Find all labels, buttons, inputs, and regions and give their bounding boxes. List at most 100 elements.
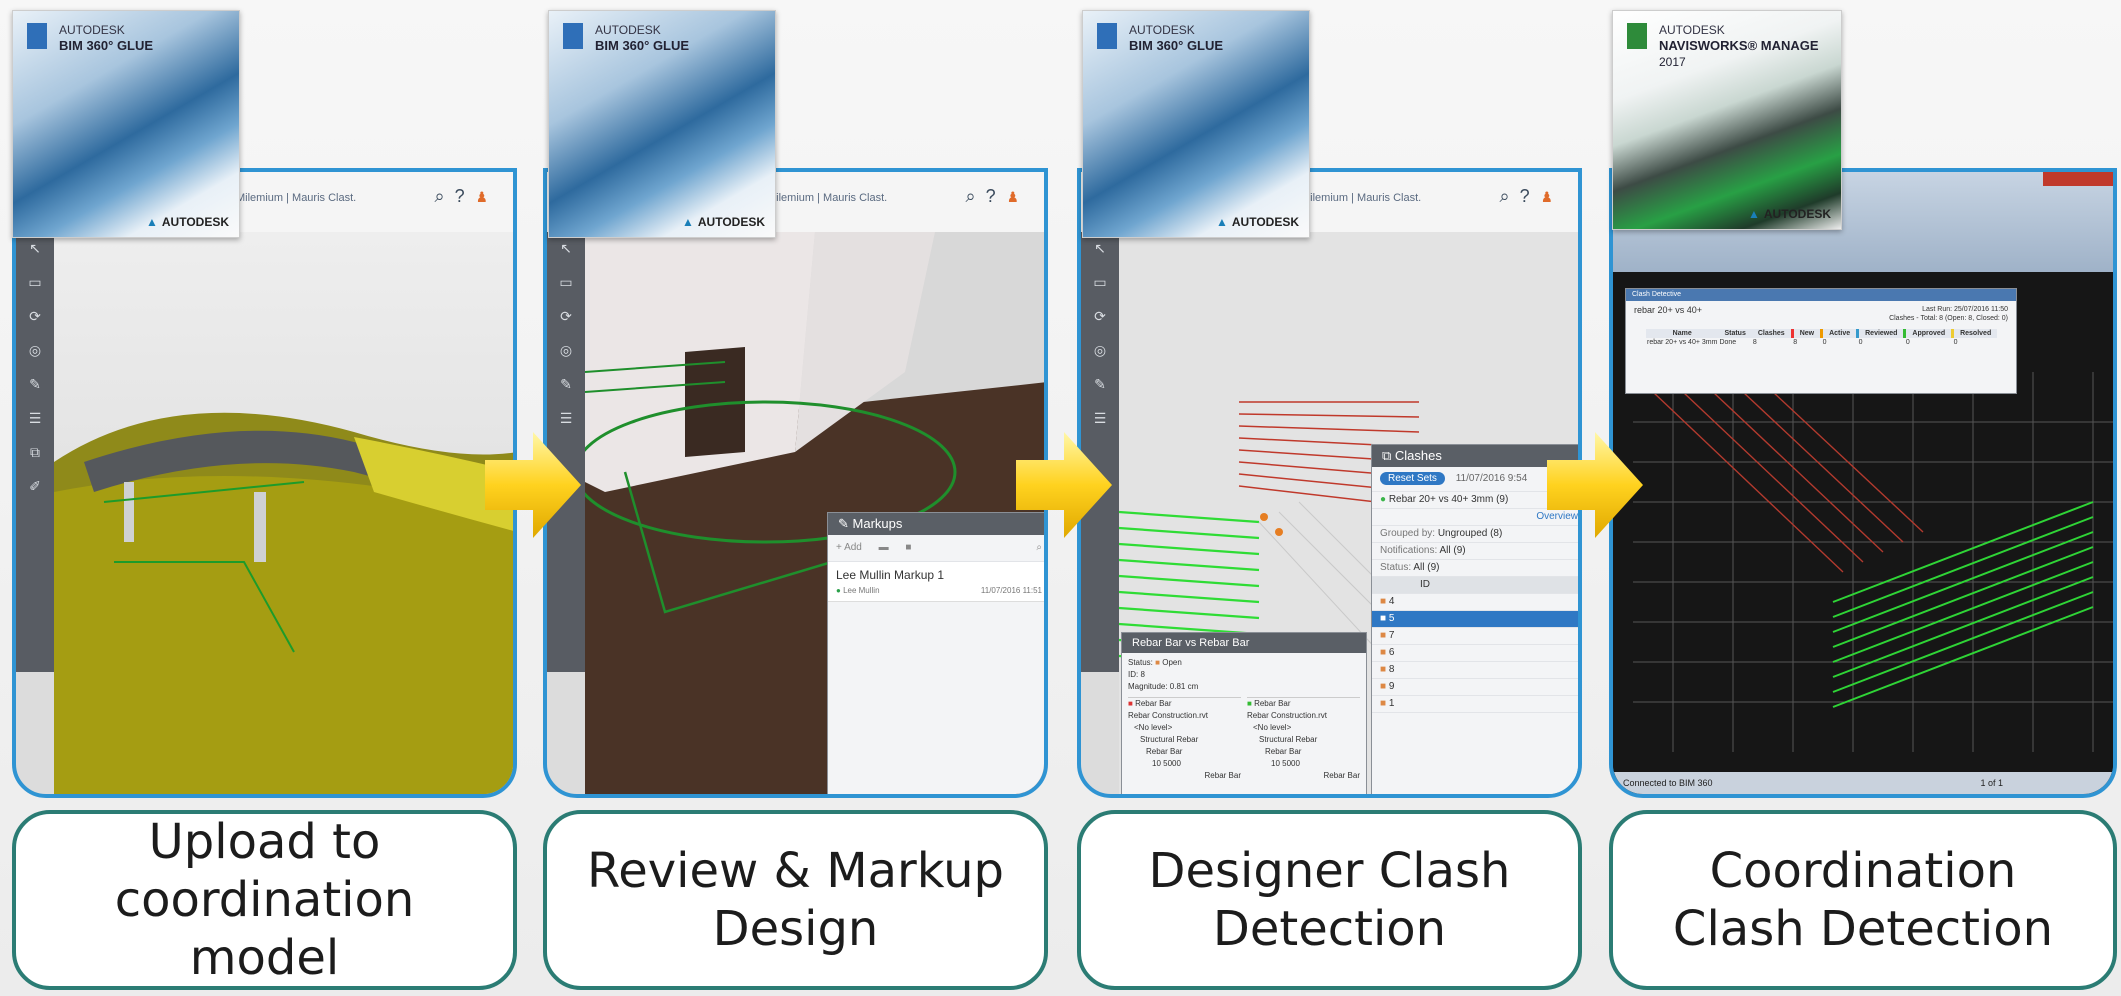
clash-row[interactable]: ■ 8: [1372, 662, 1578, 679]
logo-product: BIM 360° GLUE: [59, 38, 154, 53]
clash-test-row[interactable]: rebar 20+ vs 40+ 3mm Done 8 800 00: [1646, 338, 1997, 347]
grouped-by-label: Grouped by:: [1380, 528, 1436, 539]
tree-node[interactable]: <No level>: [1128, 722, 1241, 734]
column-header[interactable]: Status: [1718, 329, 1751, 338]
markup-icon[interactable]: ✎: [16, 368, 54, 402]
list-icon[interactable]: ☰: [1081, 402, 1119, 436]
clash-marker-icon: ■: [1380, 681, 1387, 692]
rebar-status-value[interactable]: Open: [1162, 658, 1182, 667]
clash-test-name[interactable]: rebar 20+ vs 40+: [1634, 305, 1702, 315]
clash-test-select[interactable]: Rebar 20+ vs 40+ 3mm (9): [1389, 494, 1509, 505]
reset-sets-button[interactable]: Reset Sets: [1380, 472, 1445, 485]
markup-date: 11/07/2016 11:51: [980, 586, 1042, 595]
tree-node[interactable]: Rebar Construction.rvt: [1247, 710, 1360, 722]
pen-icon[interactable]: ✐: [16, 470, 54, 504]
clash-marker-icon: ■: [1380, 613, 1387, 624]
navisworks-status-bar: Connected to BIM 360 1 of 1: [1613, 772, 2113, 794]
bridge-model-viewport[interactable]: [54, 232, 517, 798]
user-icon[interactable]: ♟: [1540, 186, 1564, 206]
view-icon[interactable]: ◎: [16, 334, 54, 368]
view-icon[interactable]: ◎: [1081, 334, 1119, 368]
tree-node[interactable]: Rebar Bar: [1128, 770, 1241, 782]
tree-node[interactable]: 10 5000: [1247, 758, 1360, 770]
help-icon[interactable]: ?: [1520, 186, 1540, 206]
view-icon[interactable]: ◎: [547, 334, 585, 368]
left-toolbar: ↖ ▭ ⟳ ◎ ✎ ☰ ⧉ ✐: [16, 232, 54, 672]
breadcrumb[interactable]: Milemium | Mauris Clast.: [236, 192, 356, 204]
clash-summary: Clashes - Total: 8 (Open: 8, Closed: 0): [1889, 315, 2008, 322]
grouped-by-select[interactable]: Ungrouped (8): [1438, 528, 1502, 539]
autodesk-icon: ▲: [1747, 207, 1760, 221]
help-icon[interactable]: ?: [455, 186, 475, 206]
help-icon[interactable]: ?: [986, 186, 1006, 206]
folder-icon[interactable]: ▬: [879, 542, 889, 553]
clash-row[interactable]: ■ 5: [1372, 611, 1578, 628]
column-header[interactable]: New: [1790, 329, 1822, 338]
window-controls[interactable]: [2043, 172, 2113, 186]
id-column-header[interactable]: ID: [1420, 579, 1430, 590]
tree-node[interactable]: Rebar Construction.rvt: [1128, 710, 1241, 722]
notifications-select[interactable]: All (9): [1439, 545, 1465, 556]
markup-panel-screenshot: Milemium | Mauris Clast. ⌕?♟ ↖ ▭ ⟳ ◎ ✎ ☰ ✎ …: [543, 168, 1048, 798]
clash-row[interactable]: ■ 9: [1372, 679, 1578, 696]
search-icon[interactable]: ⌕: [434, 186, 454, 206]
status-select[interactable]: All (9): [1413, 562, 1439, 573]
clash-marker-icon: ■: [1380, 664, 1387, 675]
list-icon[interactable]: ☰: [547, 402, 585, 436]
measure-icon[interactable]: ▭: [16, 266, 54, 300]
upload-panel-screenshot: Milemium | Mauris Clast. ⌕?♟ ↖ ▭ ⟳ ◎ ✎ ☰ ⧉ ✐: [12, 168, 517, 798]
column-header[interactable]: Resolved: [1951, 329, 1998, 338]
caption-review-markup: Review & Markup Design: [543, 810, 1048, 990]
clash-icon[interactable]: ⧉: [16, 436, 54, 470]
tree-node[interactable]: Rebar Bar: [1247, 746, 1360, 758]
notifications-label: Notifications:: [1380, 545, 1438, 556]
clash-row[interactable]: ■ 7: [1372, 628, 1578, 645]
logo-footer: ▲ AUTODESK: [681, 215, 765, 229]
column-header[interactable]: Name: [1646, 329, 1718, 338]
measure-icon[interactable]: ▭: [1081, 266, 1119, 300]
rebar-magnitude: Magnitude: 0.81 cm: [1128, 682, 1199, 691]
list-icon[interactable]: ☰: [16, 402, 54, 436]
column-header[interactable]: Active: [1820, 329, 1858, 338]
tree-node[interactable]: <No level>: [1247, 722, 1360, 734]
column-header[interactable]: Approved: [1903, 329, 1953, 338]
markup-icon[interactable]: ✎: [1081, 368, 1119, 402]
search-icon[interactable]: ⌕: [965, 186, 985, 206]
tree-node[interactable]: Structural Rebar: [1247, 734, 1360, 746]
clash-row[interactable]: ■ 6: [1372, 645, 1578, 662]
orbit-icon[interactable]: ⟳: [16, 300, 54, 334]
clash-marker-icon: ■: [1380, 630, 1387, 641]
bim360-glue-logo-3: AUTODESK BIM 360° GLUE ▲ AUTODESK: [1082, 10, 1310, 238]
last-run: Last Run: 25/07/2016 11:50: [1922, 306, 2008, 313]
markup-item-title: Lee Mullin Markup 1: [836, 568, 945, 582]
tree-node[interactable]: Structural Rebar: [1128, 734, 1241, 746]
clash-marker-icon: ■: [1380, 698, 1387, 709]
add-markup-button[interactable]: + Add: [836, 542, 862, 553]
user-icon[interactable]: ♟: [1006, 186, 1030, 206]
clash-row[interactable]: ■ 1: [1372, 696, 1578, 713]
column-header[interactable]: Clashes: [1752, 329, 1792, 338]
clash-row[interactable]: ■ 4: [1372, 594, 1578, 611]
column-header[interactable]: Reviewed: [1856, 329, 1905, 338]
logo-vendor: AUTODESK: [59, 23, 125, 37]
orbit-icon[interactable]: ⟳: [1081, 300, 1119, 334]
clash-detective-title: Clash Detective: [1626, 289, 2016, 301]
bim360-mark-icon: [1097, 23, 1117, 49]
search-icon[interactable]: ⌕: [1036, 535, 1042, 561]
search-icon[interactable]: ⌕: [1499, 186, 1519, 206]
tree-node[interactable]: Rebar Bar: [1247, 770, 1360, 782]
tree-node[interactable]: Rebar Bar: [1128, 746, 1241, 758]
delete-icon[interactable]: ■: [905, 542, 911, 553]
logo-product: NAVISWORKS® MANAGE: [1659, 38, 1819, 53]
user-icon[interactable]: ♟: [475, 186, 499, 206]
markup-list-item[interactable]: Lee Mullin Markup 1 ● Lee Mullin 11/07/20…: [828, 562, 1044, 602]
markup-icon[interactable]: ✎: [547, 368, 585, 402]
measure-icon[interactable]: ▭: [547, 266, 585, 300]
orbit-icon[interactable]: ⟳: [547, 300, 585, 334]
tree-node[interactable]: 10 5000: [1128, 758, 1241, 770]
breadcrumb[interactable]: Milemium | Mauris Clast.: [1301, 192, 1421, 204]
bim360-mark-icon: [27, 23, 47, 49]
status-dot-icon: ●: [1380, 494, 1389, 505]
breadcrumb[interactable]: Milemium | Mauris Clast.: [767, 192, 887, 204]
navisworks-mark-icon: [1627, 23, 1647, 49]
